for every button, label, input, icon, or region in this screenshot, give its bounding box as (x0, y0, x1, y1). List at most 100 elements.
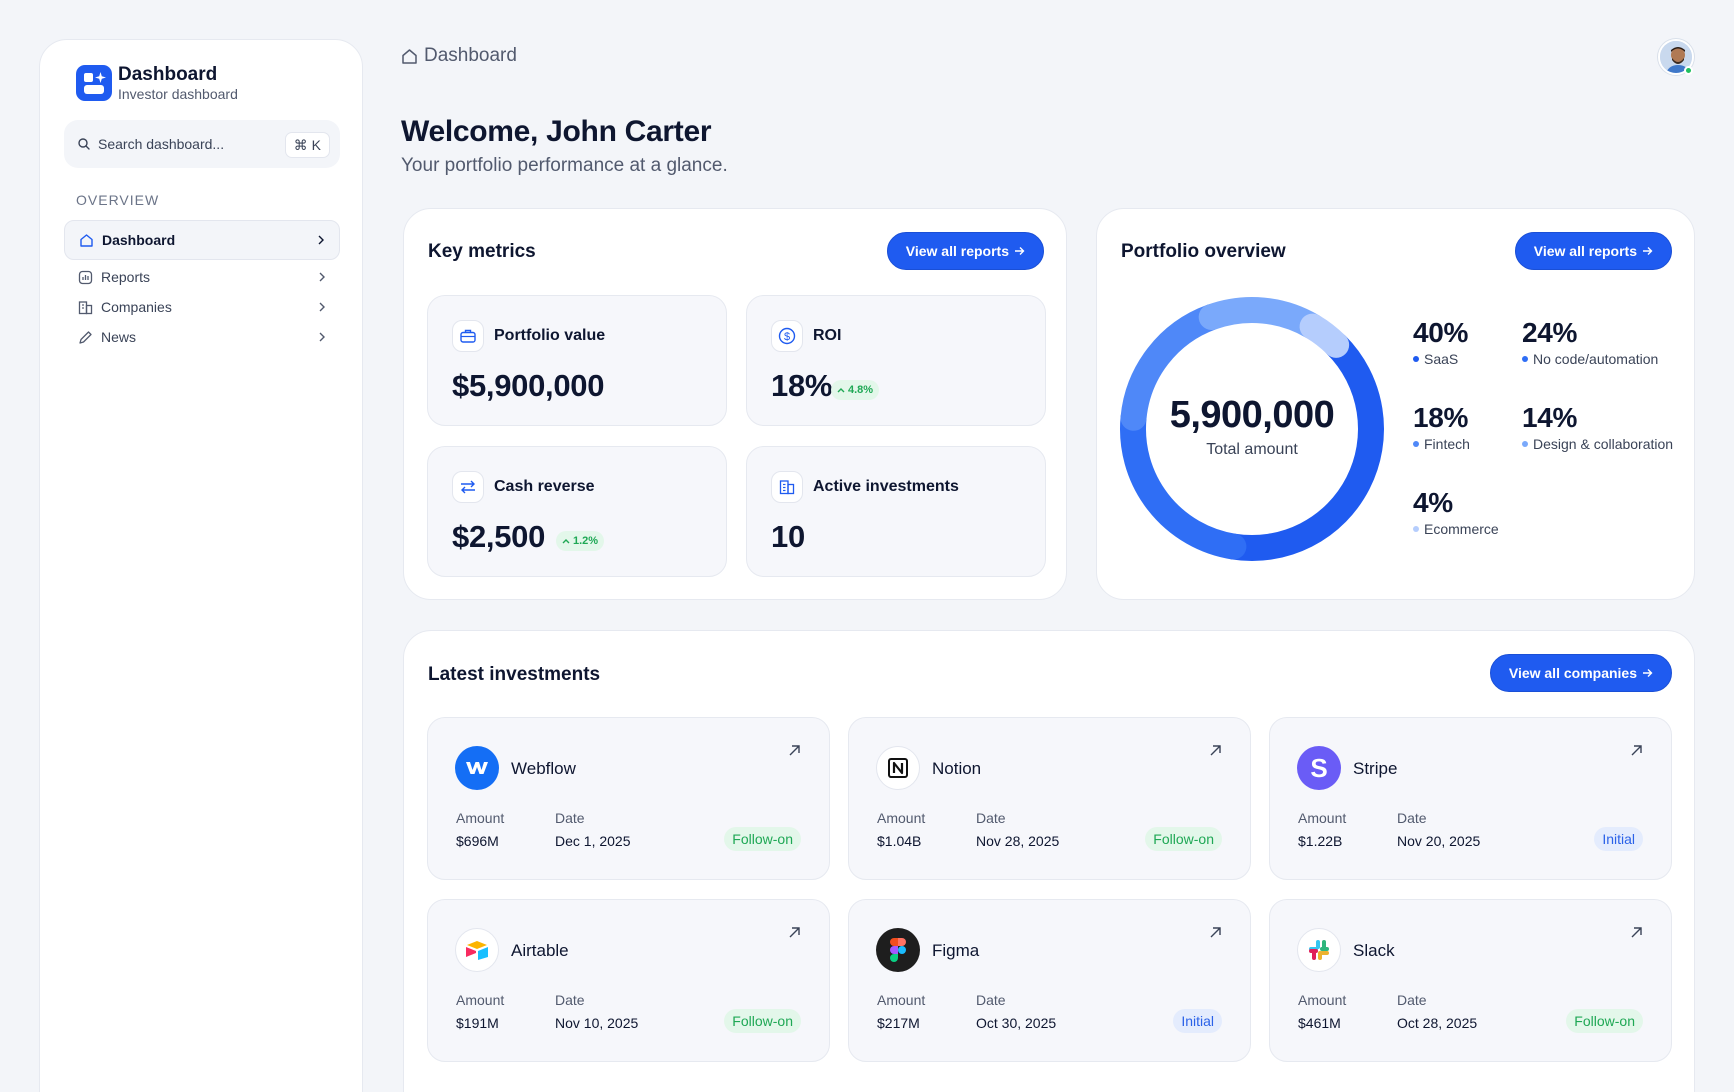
breadcrumb[interactable]: Dashboard (401, 45, 517, 67)
view-all-reports-button[interactable]: View all reports (1514, 232, 1672, 270)
sidebar-item-news[interactable]: News (64, 322, 340, 352)
card-title: Key metrics (428, 241, 536, 262)
notion-logo-icon (876, 746, 920, 790)
dashboard-logo-icon (76, 65, 112, 101)
section-label-overview: OVERVIEW (76, 192, 160, 208)
date-label: Date (555, 810, 585, 826)
investment-card-stripe[interactable]: S Stripe Amount $1.22B Date Nov 20, 2025… (1269, 717, 1672, 880)
arrow-right-icon (1015, 247, 1025, 255)
svg-text:$: $ (784, 331, 790, 343)
dollar-circle-icon: $ (771, 320, 803, 352)
sidebar-nav: Dashboard Reports Companies News (64, 220, 340, 352)
metric-label: Portfolio value (494, 327, 606, 344)
arrow-right-icon (1643, 669, 1653, 677)
home-icon (402, 48, 417, 64)
amount-value: $1.22B (1298, 833, 1343, 849)
legend-label: SaaS (1424, 351, 1459, 367)
sidebar-item-label: Companies (101, 299, 172, 315)
arrow-up-right-icon[interactable] (1630, 926, 1643, 939)
legend-dot (1522, 441, 1528, 447)
date-label: Date (976, 992, 1006, 1008)
investment-card-airtable[interactable]: Airtable Amount $191M Date Nov 10, 2025 … (427, 899, 830, 1062)
metric-value: $2,500 (452, 519, 546, 554)
sidebar-item-dashboard[interactable]: Dashboard (64, 220, 340, 260)
metric-value: $5,900,000 (452, 368, 605, 403)
date-label: Date (555, 992, 585, 1008)
chevron-up-icon (837, 388, 845, 393)
amount-label: Amount (877, 810, 926, 826)
metric-card-active-investments: Active investments 10 (746, 446, 1046, 577)
investment-card-webflow[interactable]: Webflow Amount $696M Date Dec 1, 2025 Fo… (427, 717, 830, 880)
investment-card-notion[interactable]: Notion Amount $1.04B Date Nov 28, 2025 F… (848, 717, 1251, 880)
date-value: Nov 20, 2025 (1397, 833, 1481, 849)
donut-total-value: 5,900,000 (1169, 394, 1335, 436)
investment-card-slack[interactable]: Slack Amount $461M Date Oct 28, 2025 Fol… (1269, 899, 1672, 1062)
date-label: Date (1397, 992, 1427, 1008)
search-input[interactable]: Search dashboard... ⌘ K (64, 120, 340, 168)
sidebar-item-companies[interactable]: Companies (64, 292, 340, 322)
arrow-up-right-icon[interactable] (788, 926, 801, 939)
metric-label: Active investments (813, 478, 959, 495)
sidebar-item-label: Dashboard (102, 232, 176, 248)
arrow-up-right-icon[interactable] (1209, 744, 1222, 757)
legend-label: Design & collaboration (1533, 436, 1674, 452)
metric-value: 10 (771, 519, 805, 554)
amount-value: $696M (456, 833, 499, 849)
company-name: Stripe (1353, 759, 1398, 778)
change-value: 1.2% (573, 535, 599, 547)
amount-label: Amount (1298, 810, 1347, 826)
metric-card-roi: $ ROI 18% 4.8% (746, 295, 1046, 426)
brand-subtitle: Investor dashboard (118, 86, 238, 102)
change-badge: 1.2% (556, 531, 605, 551)
legend-label: No code/automation (1533, 351, 1659, 367)
latest-investments-card: Latest investments View all companies We… (403, 630, 1695, 1092)
brand[interactable]: Dashboard Investor dashboard (76, 64, 238, 102)
arrow-up-right-icon[interactable] (788, 744, 801, 757)
donut-segment-ecommerce (1299, 313, 1350, 358)
legend-item-ecommerce: 4% Ecommerce (1413, 487, 1499, 537)
investment-type-badge: Follow-on (1145, 827, 1222, 851)
chevron-up-icon (562, 539, 570, 544)
building-icon (78, 300, 93, 314)
arrow-up-right-icon[interactable] (1209, 926, 1222, 939)
view-all-reports-button[interactable]: View all reports (886, 232, 1044, 270)
date-value: Nov 28, 2025 (976, 833, 1060, 849)
legend-label: Ecommerce (1424, 521, 1499, 537)
figma-logo-icon (876, 928, 920, 972)
stripe-logo-icon: S (1297, 746, 1341, 790)
legend-percent: 4% (1413, 487, 1453, 518)
button-label: View all reports (905, 243, 1009, 259)
date-value: Nov 10, 2025 (555, 1015, 639, 1031)
arrows-swap-icon (452, 471, 484, 503)
key-metrics-card: Key metrics View all reports Portfolio v… (403, 208, 1067, 600)
chevron-right-icon (319, 302, 325, 312)
button-label: View all reports (1533, 243, 1637, 259)
investment-type-badge: Initial (1594, 827, 1643, 851)
online-status-dot (1684, 66, 1693, 75)
sidebar-item-label: News (101, 329, 137, 345)
investment-card-figma[interactable]: Figma Amount $217M Date Oct 30, 2025 Ini… (848, 899, 1251, 1062)
page-subtitle: Your portfolio performance at a glance. (401, 155, 728, 176)
metric-card-cash-reverse: Cash reverse $2,500 1.2% (427, 446, 727, 577)
sidebar-item-reports[interactable]: Reports (64, 262, 340, 292)
slack-logo-icon (1297, 928, 1341, 972)
change-badge: 4.8% (831, 380, 880, 400)
sidebar-item-label: Reports (101, 269, 151, 285)
investment-type-badge: Follow-on (724, 1009, 801, 1033)
date-label: Date (1397, 810, 1427, 826)
arrow-up-right-icon[interactable] (1630, 744, 1643, 757)
legend-percent: 18% (1413, 402, 1469, 433)
metric-label: Cash reverse (494, 478, 595, 495)
card-title: Latest investments (428, 664, 601, 685)
pencil-icon (79, 330, 92, 344)
legend-item-fintech: 18% Fintech (1413, 402, 1470, 452)
home-icon (80, 233, 93, 247)
date-label: Date (976, 810, 1006, 826)
legend-percent: 14% (1522, 402, 1578, 433)
search-shortcut: ⌘ K (284, 132, 330, 158)
amount-label: Amount (456, 810, 505, 826)
legend-dot (1522, 356, 1528, 362)
company-name: Figma (932, 941, 980, 960)
view-all-companies-button[interactable]: View all companies (1489, 654, 1672, 692)
metric-card-portfolio-value: Portfolio value $5,900,000 (427, 295, 727, 426)
